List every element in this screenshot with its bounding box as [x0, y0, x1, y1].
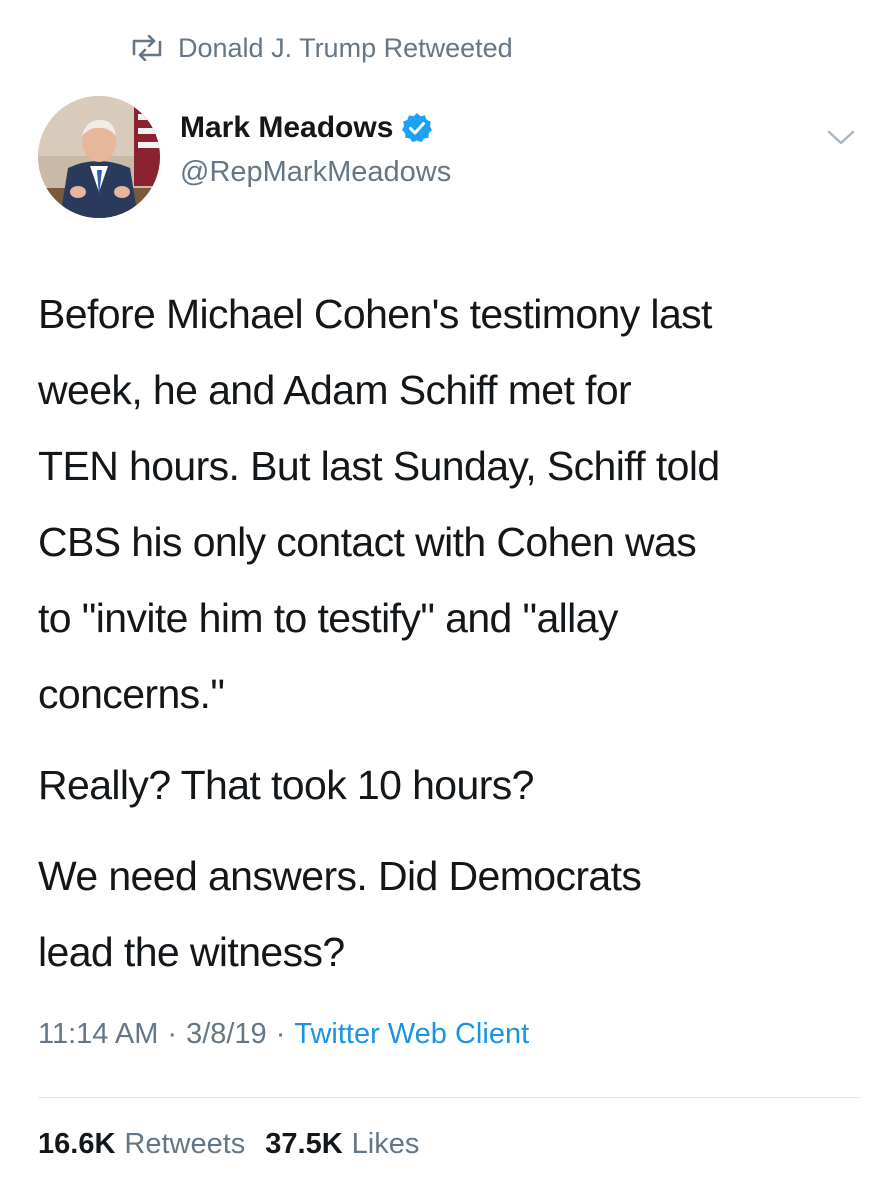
tweet-paragraph: We need answers. Did Democrats lead the …	[38, 853, 642, 975]
likes-count[interactable]: 37.5K	[265, 1128, 342, 1161]
meta-separator: ·	[167, 1018, 178, 1050]
retweet-context[interactable]: Donald J. Trump Retweeted	[130, 28, 513, 68]
divider	[38, 1097, 861, 1098]
author-name-row[interactable]: Mark Meadows	[180, 111, 433, 145]
retweets-label[interactable]: Retweets	[124, 1128, 245, 1161]
author-display-name[interactable]: Mark Meadows	[180, 111, 393, 145]
meta-separator: ·	[275, 1018, 286, 1050]
verified-badge-icon	[402, 113, 433, 143]
chevron-down-icon[interactable]	[826, 128, 856, 148]
tweet-date[interactable]: 3/8/19	[186, 1018, 267, 1051]
tweet-time[interactable]: 11:14 AM	[38, 1018, 158, 1051]
author-handle[interactable]: @RepMarkMeadows	[180, 156, 451, 189]
retweets-count[interactable]: 16.6K	[38, 1128, 115, 1161]
tweet-client-link[interactable]: Twitter Web Client	[294, 1018, 529, 1051]
retweet-context-text: Donald J. Trump Retweeted	[178, 32, 513, 63]
tweet-card: Donald J. Trump Retweeted Mark Meadows @…	[0, 0, 891, 1200]
retweet-icon	[132, 35, 162, 61]
tweet-meta: 11:14 AM · 3/8/19 · Twitter Web Client	[38, 1018, 529, 1051]
tweet-stats: 16.6K Retweets 37.5K Likes	[38, 1128, 439, 1161]
tweet-paragraph: Before Michael Cohen's testimony last we…	[38, 291, 720, 717]
tweet-text: Before Michael Cohen's testimony last we…	[38, 276, 868, 1005]
likes-label[interactable]: Likes	[352, 1128, 420, 1161]
tweet-paragraph: Really? That took 10 hours?	[38, 762, 534, 808]
avatar-image	[38, 96, 160, 218]
avatar[interactable]	[38, 96, 160, 218]
